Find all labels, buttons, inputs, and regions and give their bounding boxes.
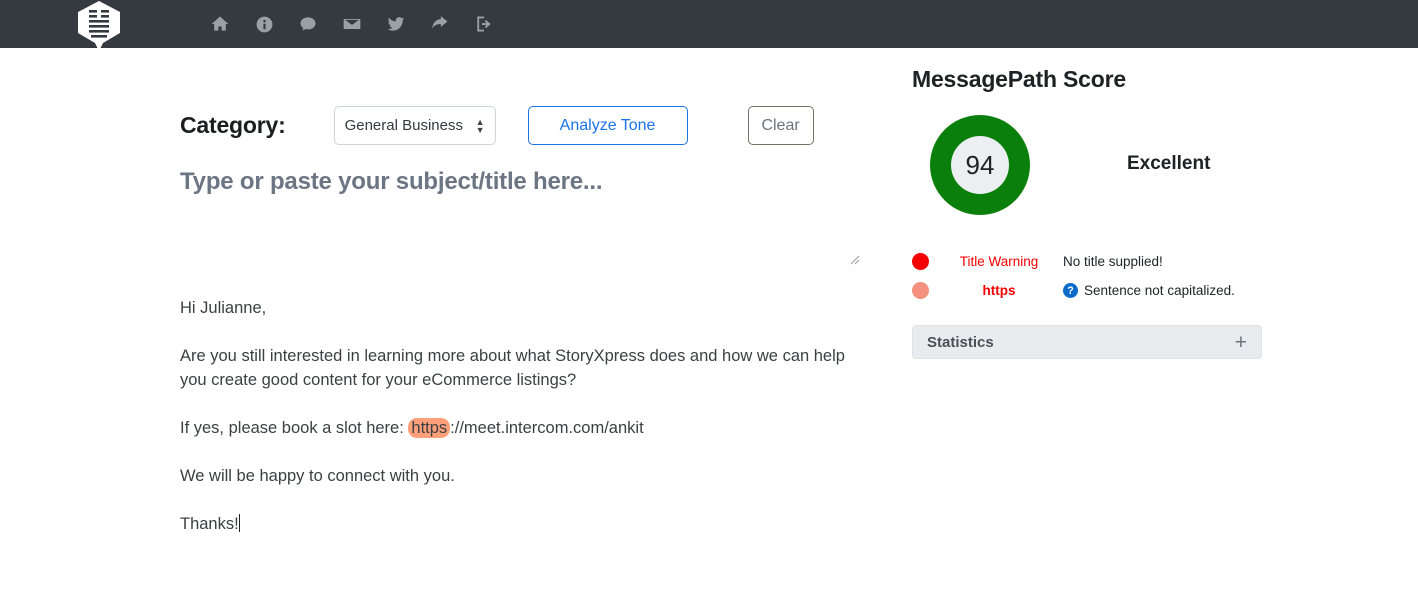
- score-ring: 94: [930, 115, 1030, 215]
- score-panel: MessagePath Score 94 Excellent Title War…: [912, 48, 1272, 359]
- top-navbar: [0, 0, 1418, 51]
- body-paragraph: Are you still interested in learning mor…: [180, 347, 845, 389]
- title-input[interactable]: Type or paste your subject/title here...: [180, 168, 860, 265]
- messagepath-logo[interactable]: [76, 0, 122, 52]
- title-placeholder: Type or paste your subject/title here...: [180, 168, 603, 195]
- navbar-icon-group: [207, 0, 497, 48]
- help-question-icon[interactable]: ?: [1063, 283, 1078, 298]
- sign-out-icon[interactable]: [471, 11, 497, 37]
- clear-button[interactable]: Clear: [747, 106, 814, 145]
- statistics-title: Statistics: [927, 333, 994, 351]
- issue-description: ? Sentence not capitalized.: [1063, 283, 1235, 298]
- score-value: 94: [951, 136, 1009, 194]
- analyze-tone-button[interactable]: Analyze Tone: [527, 106, 688, 145]
- share-icon[interactable]: [427, 11, 453, 37]
- issue-row[interactable]: Title Warning No title supplied!: [912, 247, 1272, 276]
- chevron-updown-icon: ▲ ▼: [475, 116, 485, 135]
- resize-handle-icon[interactable]: [848, 252, 860, 265]
- statistics-accordion[interactable]: Statistics +: [912, 325, 1262, 359]
- https-highlight[interactable]: https: [408, 418, 451, 438]
- issue-description-text: No title supplied!: [1063, 254, 1163, 269]
- score-display: 94 Excellent: [912, 115, 1272, 245]
- issue-description: No title supplied!: [1063, 254, 1163, 269]
- issue-label: https: [982, 283, 1016, 298]
- twitter-icon[interactable]: [383, 11, 409, 37]
- severity-dot-icon: [912, 282, 929, 299]
- message-body-input[interactable]: Hi Julianne, Are you still interested in…: [180, 296, 870, 560]
- category-select-value: General Business: [344, 117, 463, 134]
- envelope-icon[interactable]: [339, 11, 365, 37]
- category-label: Category:: [180, 112, 286, 138]
- body-paragraph-last: Thanks!: [180, 512, 870, 536]
- toolbar-row: Category: General Business ▲ ▼ Analyze To…: [180, 106, 814, 145]
- comment-icon[interactable]: [295, 11, 321, 37]
- link-suffix-text: ://meet.intercom.com/ankit: [450, 419, 644, 437]
- body-last-text: Thanks!: [180, 515, 239, 533]
- home-icon[interactable]: [207, 11, 233, 37]
- plus-icon[interactable]: +: [1235, 332, 1247, 353]
- body-paragraph: Hi Julianne,: [180, 299, 267, 317]
- text-cursor: [238, 514, 240, 532]
- body-paragraph: We will be happy to connect with you.: [180, 467, 455, 485]
- info-circle-icon[interactable]: [251, 11, 277, 37]
- issue-description-text: Sentence not capitalized.: [1084, 283, 1235, 298]
- issues-list: Title Warning No title supplied! https ?…: [912, 247, 1272, 305]
- issue-row[interactable]: https ? Sentence not capitalized.: [912, 276, 1272, 305]
- severity-dot-icon: [912, 253, 929, 270]
- panel-title: MessagePath Score: [912, 66, 1126, 92]
- link-prefix-text: If yes, please book a slot here:: [180, 419, 409, 437]
- body-paragraph-link: If yes, please book a slot here: https:/…: [180, 416, 870, 440]
- score-rating-label: Excellent: [1127, 153, 1211, 174]
- issue-label: Title Warning: [959, 254, 1039, 269]
- category-select[interactable]: General Business ▲ ▼: [333, 106, 496, 145]
- editor-column: Category: General Business ▲ ▼ Analyze To…: [0, 48, 880, 593]
